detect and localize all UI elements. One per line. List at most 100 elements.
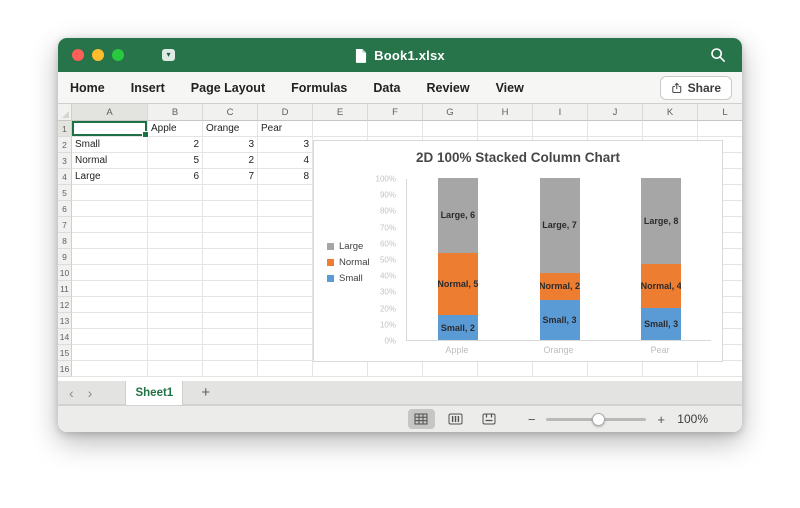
column-header-A[interactable]: A: [72, 104, 148, 121]
cell-A7[interactable]: [72, 217, 148, 233]
cell-A14[interactable]: [72, 329, 148, 345]
cell-C4[interactable]: 7: [203, 169, 258, 185]
cell-D12[interactable]: [258, 297, 313, 313]
column-header-K[interactable]: K: [643, 104, 698, 121]
tab-review[interactable]: Review: [426, 81, 469, 95]
column-header-J[interactable]: J: [588, 104, 643, 121]
cell-B6[interactable]: [148, 201, 203, 217]
zoom-slider-thumb[interactable]: [592, 412, 606, 426]
zoom-percentage-label[interactable]: 100%: [676, 412, 708, 426]
cell-A15[interactable]: [72, 345, 148, 361]
cell-C16[interactable]: [203, 361, 258, 377]
cell-D1[interactable]: Pear: [258, 121, 313, 137]
cell-A16[interactable]: [72, 361, 148, 377]
cell-B3[interactable]: 5: [148, 153, 203, 169]
column-header-E[interactable]: E: [313, 104, 368, 121]
column-header-H[interactable]: H: [478, 104, 533, 121]
cell-L16[interactable]: [698, 361, 742, 377]
row-header-5[interactable]: 5: [58, 185, 72, 201]
row-header-16[interactable]: 16: [58, 361, 72, 377]
cell-D8[interactable]: [258, 233, 313, 249]
column-header-F[interactable]: F: [368, 104, 423, 121]
cell-D3[interactable]: 4: [258, 153, 313, 169]
select-all-corner[interactable]: [58, 104, 72, 121]
cell-D15[interactable]: [258, 345, 313, 361]
row-header-11[interactable]: 11: [58, 281, 72, 297]
cell-C10[interactable]: [203, 265, 258, 281]
search-icon[interactable]: [710, 47, 726, 63]
cell-D6[interactable]: [258, 201, 313, 217]
column-header-C[interactable]: C: [203, 104, 258, 121]
cell-C1[interactable]: Orange: [203, 121, 258, 137]
cell-D2[interactable]: 3: [258, 137, 313, 153]
column-header-G[interactable]: G: [423, 104, 478, 121]
cell-B10[interactable]: [148, 265, 203, 281]
cell-B9[interactable]: [148, 249, 203, 265]
bar-segment-small-orange[interactable]: Small, 3: [539, 299, 580, 340]
cell-A10[interactable]: [72, 265, 148, 281]
cell-D4[interactable]: 8: [258, 169, 313, 185]
tab-insert[interactable]: Insert: [131, 81, 165, 95]
bar-segment-large-pear[interactable]: Large, 8: [641, 178, 682, 265]
cell-B4[interactable]: 6: [148, 169, 203, 185]
cell-F16[interactable]: [368, 361, 423, 377]
cell-B14[interactable]: [148, 329, 203, 345]
cell-A5[interactable]: [72, 185, 148, 201]
cell-K1[interactable]: [643, 121, 698, 137]
cell-A1[interactable]: [72, 121, 149, 138]
column-header-D[interactable]: D: [258, 104, 313, 121]
fullscreen-button[interactable]: [112, 49, 124, 61]
cell-D9[interactable]: [258, 249, 313, 265]
sheet-tab-sheet1[interactable]: Sheet1: [125, 380, 184, 405]
cell-B15[interactable]: [148, 345, 203, 361]
bar-segment-normal-pear[interactable]: Normal, 4: [641, 264, 682, 308]
cell-A11[interactable]: [72, 281, 148, 297]
cell-A12[interactable]: [72, 297, 148, 313]
cell-G16[interactable]: [423, 361, 478, 377]
cell-A8[interactable]: [72, 233, 148, 249]
tab-home[interactable]: Home: [70, 81, 105, 95]
cell-D14[interactable]: [258, 329, 313, 345]
ribbon-collapse-icon[interactable]: ▾: [162, 49, 175, 61]
cell-J1[interactable]: [588, 121, 643, 137]
cell-J16[interactable]: [588, 361, 643, 377]
cell-B5[interactable]: [148, 185, 203, 201]
row-header-8[interactable]: 8: [58, 233, 72, 249]
row-header-15[interactable]: 15: [58, 345, 72, 361]
cell-B16[interactable]: [148, 361, 203, 377]
cell-B12[interactable]: [148, 297, 203, 313]
cell-C13[interactable]: [203, 313, 258, 329]
tab-view[interactable]: View: [496, 81, 524, 95]
cell-H16[interactable]: [478, 361, 533, 377]
cell-A3[interactable]: Normal: [72, 153, 148, 169]
cell-C14[interactable]: [203, 329, 258, 345]
row-header-9[interactable]: 9: [58, 249, 72, 265]
cell-B7[interactable]: [148, 217, 203, 233]
zoom-out-button[interactable]: −: [528, 413, 536, 426]
add-sheet-button[interactable]: +: [201, 385, 210, 400]
cell-L1[interactable]: [698, 121, 742, 137]
close-button[interactable]: [72, 49, 84, 61]
next-sheet-arrow-icon[interactable]: ›: [81, 386, 100, 400]
bar-segment-normal-apple[interactable]: Normal, 5: [437, 252, 478, 316]
column-header-L[interactable]: L: [698, 104, 742, 121]
chart-bar-apple[interactable]: Small, 2 Normal, 5 Large, 6: [437, 178, 478, 340]
row-header-13[interactable]: 13: [58, 313, 72, 329]
cell-C15[interactable]: [203, 345, 258, 361]
cell-K16[interactable]: [643, 361, 698, 377]
cell-D5[interactable]: [258, 185, 313, 201]
row-header-2[interactable]: 2: [58, 137, 72, 153]
cell-B11[interactable]: [148, 281, 203, 297]
cell-E16[interactable]: [313, 361, 368, 377]
cell-C8[interactable]: [203, 233, 258, 249]
bar-segment-normal-orange[interactable]: Normal, 2: [539, 272, 580, 300]
cell-D13[interactable]: [258, 313, 313, 329]
cell-A6[interactable]: [72, 201, 148, 217]
cell-B1[interactable]: Apple: [148, 121, 203, 137]
bar-segment-large-apple[interactable]: Large, 6: [437, 178, 478, 253]
cell-B13[interactable]: [148, 313, 203, 329]
zoom-slider[interactable]: [546, 412, 647, 426]
cell-C5[interactable]: [203, 185, 258, 201]
cell-E1[interactable]: [313, 121, 368, 137]
cell-G1[interactable]: [423, 121, 478, 137]
